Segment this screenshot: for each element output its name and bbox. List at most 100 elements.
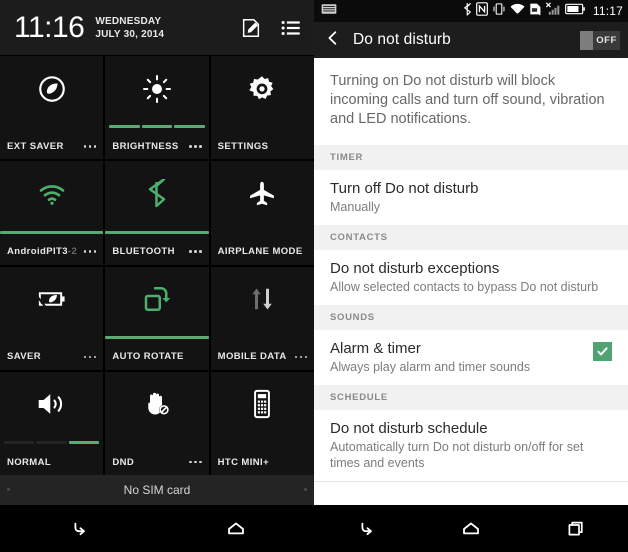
tile-indicator [0,230,104,234]
brightness-icon [105,56,208,125]
do-not-disturb-settings-screen: 11:17 Do not disturb OFF Turning on Do n… [314,0,628,552]
tile-indicator [105,335,209,339]
tile-htc-mini-plus[interactable]: HTC MINI+ [210,371,314,475]
tile-bluetooth[interactable]: BLUETOOTH [105,161,209,265]
section-header-contacts: CONTACTS [314,225,628,250]
section-header-schedule: SCHEDULE [314,385,628,410]
status-clock: 11:17 [592,4,623,18]
row-subtitle: Automatically turn Do not disturb on/off… [330,440,584,470]
tile-indicator [211,231,314,234]
tile-menu-button[interactable] [189,250,202,253]
tile-label: MOBILE DATA [217,351,287,363]
dnd-toggle-switch[interactable]: OFF [580,30,620,50]
row-subtitle: Allow selected contacts to bypass Do not… [330,280,599,294]
row-text: Do not disturb schedule Automatically tu… [330,419,612,471]
tile-footer: HTC MINI+ [211,449,314,475]
drag-handle-left [7,488,10,491]
sim-status-text: No SIM card [123,483,191,497]
back-icon[interactable] [314,505,419,552]
tile-indicator [105,230,209,234]
tile-indicator [211,336,314,339]
tile-airplane-mode[interactable]: AIRPLANE MODE [210,161,314,265]
navigation-bar [0,505,314,552]
alarm-timer-checkbox[interactable] [593,342,612,361]
row-alarm-and-timer[interactable]: Alarm & timer Always play alarm and time… [314,330,628,385]
content-bottom-spacer [314,482,628,500]
tile-menu-button[interactable] [83,355,97,358]
tile-label: DND [112,456,135,468]
gear-icon [211,56,314,125]
wifi-icon [0,161,103,230]
battery-icon [564,2,585,20]
tile-footer: DND [105,449,208,475]
dnd-description: Turning on Do not disturb will block inc… [330,73,605,127]
tile-wifi[interactable]: AndroidPIT3-2 [0,161,104,265]
home-icon[interactable] [157,505,314,552]
tile-dnd[interactable]: DND [105,371,209,475]
tile-indicator [0,336,103,339]
tile-power-saver[interactable]: SAVER [0,266,104,370]
tile-footer: EXT SAVER [0,133,103,159]
section-header-timer: TIMER [314,145,628,170]
row-turn-off-dnd[interactable]: Turn off Do not disturb Manually [314,170,628,225]
signal-no-service-icon [545,2,561,21]
tile-sound-profile[interactable]: NORMAL [0,371,104,475]
tile-settings[interactable]: SETTINGS [210,56,314,160]
tile-menu-button[interactable] [83,145,97,148]
tile-brightness[interactable]: BRIGHTNESS [105,56,209,160]
quick-settings-header: 11:16 WEDNESDAY JULY 30, 2014 [0,0,314,55]
tile-menu-button[interactable] [189,460,202,464]
status-icons: 11:17 [463,1,623,21]
tile-indicator [211,441,314,444]
tile-footer: BRIGHTNESS [105,133,208,159]
row-text: Alarm & timer Always play alarm and time… [330,339,583,375]
sim-error-icon [529,2,542,21]
action-bar: Do not disturb OFF [314,22,628,58]
navigation-bar [314,505,628,552]
tile-footer: SAVER [0,344,103,370]
sim-status-bar[interactable]: No SIM card [0,475,314,505]
recents-icon[interactable] [523,505,628,552]
tile-label: AUTO ROTATE [112,351,184,363]
tile-menu-button[interactable] [294,355,307,358]
htc-mini-icon [211,372,314,441]
back-chevron-icon[interactable] [324,29,342,52]
edit-icon[interactable] [240,17,262,39]
speaker-icon [0,372,103,441]
page-title: Do not disturb [353,31,451,48]
row-subtitle: Manually [330,200,381,214]
section-header-sounds: SOUNDS [314,305,628,330]
list-icon[interactable] [280,17,302,39]
quick-settings-tile-grid: EXT SAVER BRIGHTNESS SETTINGS AndroidPIT… [0,55,314,475]
date-weekday: WEDNESDAY [95,16,162,27]
toggle-thumb [580,30,593,50]
row-dnd-exceptions[interactable]: Do not disturb exceptions Allow selected… [314,250,628,305]
home-icon[interactable] [419,505,524,552]
tile-mobile-data[interactable]: MOBILE DATA [210,266,314,370]
date-full: JULY 30, 2014 [95,29,165,40]
tile-menu-button[interactable] [189,145,202,148]
tile-footer: BLUETOOTH [105,239,208,265]
back-icon[interactable] [0,505,157,552]
tile-label: AIRPLANE MODE [217,246,303,257]
tile-indicator [0,125,103,128]
tile-label: BLUETOOTH [112,246,175,257]
tile-auto-rotate[interactable]: AUTO ROTATE [105,266,209,370]
header-actions [240,17,302,39]
row-title: Turn off Do not disturb [330,180,479,197]
tile-menu-button[interactable] [83,250,97,253]
tile-footer: AUTO ROTATE [105,344,208,370]
power-saver-icon [0,267,103,336]
brightness-level-indicator [105,125,208,129]
wifi-icon [510,2,525,21]
tile-label: NORMAL [7,456,52,468]
tile-label: SAVER [7,351,42,363]
dual-screenshot-comparison: 11:16 WEDNESDAY JULY 30, 2014 EXT SAVER … [0,0,628,552]
row-text: Do not disturb exceptions Allow selected… [330,259,612,295]
row-dnd-schedule[interactable]: Do not disturb schedule Automatically tu… [314,410,628,481]
tile-ext-saver[interactable]: EXT SAVER [0,56,104,160]
drag-handle-right [304,488,307,491]
row-title: Alarm & timer [330,340,421,357]
date-block: WEDNESDAY JULY 30, 2014 [95,14,164,41]
tile-footer: MOBILE DATA [211,344,314,370]
